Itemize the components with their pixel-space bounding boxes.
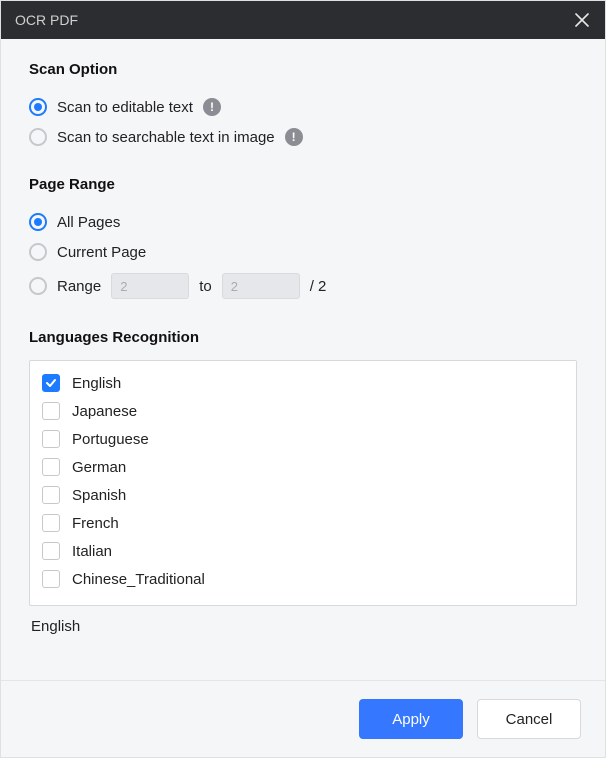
language-item[interactable]: German: [40, 453, 566, 481]
dialog-body: Scan Option Scan to editable text ! Scan…: [1, 39, 605, 680]
dialog-title: OCR PDF: [15, 12, 78, 28]
page-range-range[interactable]: Range to / 2: [29, 267, 577, 305]
checkbox-icon[interactable]: [42, 514, 60, 532]
scan-option-label: Scan to searchable text in image: [57, 129, 275, 146]
cancel-button[interactable]: Cancel: [477, 699, 581, 739]
checkbox-icon[interactable]: [42, 458, 60, 476]
language-label: Japanese: [72, 403, 137, 420]
close-icon[interactable]: [573, 11, 591, 29]
page-range-heading: Page Range: [29, 176, 577, 193]
page-range-all[interactable]: All Pages: [29, 207, 577, 237]
languages-selected-summary: English: [29, 606, 577, 637]
checkbox-icon[interactable]: [42, 542, 60, 560]
ocr-dialog: OCR PDF Scan Option Scan to editable tex…: [0, 0, 606, 758]
range-from-input[interactable]: [111, 273, 189, 299]
languages-heading: Languages Recognition: [29, 329, 577, 346]
scan-option-group: Scan Option Scan to editable text ! Scan…: [29, 61, 577, 152]
range-to-input[interactable]: [222, 273, 300, 299]
checkbox-icon[interactable]: [42, 402, 60, 420]
dialog-footer: Apply Cancel: [1, 680, 605, 757]
language-label: Chinese_Traditional: [72, 571, 205, 588]
range-to-label: to: [199, 278, 212, 295]
titlebar: OCR PDF: [1, 1, 605, 39]
language-label: Spanish: [72, 487, 126, 504]
languages-group: Languages Recognition English Japanese Por…: [29, 329, 577, 637]
checkbox-icon[interactable]: [42, 430, 60, 448]
page-range-label: Current Page: [57, 244, 146, 261]
checkbox-icon[interactable]: [42, 486, 60, 504]
apply-button[interactable]: Apply: [359, 699, 463, 739]
language-label: German: [72, 459, 126, 476]
language-item[interactable]: English: [40, 369, 566, 397]
language-item[interactable]: French: [40, 509, 566, 537]
scan-option-label: Scan to editable text: [57, 99, 193, 116]
checkbox-icon[interactable]: [42, 570, 60, 588]
radio-icon[interactable]: [29, 128, 47, 146]
language-item[interactable]: Japanese: [40, 397, 566, 425]
language-item[interactable]: Chinese_Traditional: [40, 565, 566, 593]
radio-icon[interactable]: [29, 277, 47, 295]
radio-icon[interactable]: [29, 213, 47, 231]
checkbox-icon[interactable]: [42, 374, 60, 392]
info-icon[interactable]: !: [203, 98, 221, 116]
range-total: / 2: [310, 278, 327, 295]
info-icon[interactable]: !: [285, 128, 303, 146]
page-range-current[interactable]: Current Page: [29, 237, 577, 267]
language-label: English: [72, 375, 121, 392]
language-item[interactable]: Italian: [40, 537, 566, 565]
scan-option-heading: Scan Option: [29, 61, 577, 78]
radio-icon[interactable]: [29, 98, 47, 116]
language-label: Portuguese: [72, 431, 149, 448]
language-label: Italian: [72, 543, 112, 560]
language-item[interactable]: Spanish: [40, 481, 566, 509]
language-item[interactable]: Portuguese: [40, 425, 566, 453]
page-range-label: All Pages: [57, 214, 120, 231]
scan-option-searchable[interactable]: Scan to searchable text in image !: [29, 122, 577, 152]
scan-option-editable[interactable]: Scan to editable text !: [29, 92, 577, 122]
languages-list[interactable]: English Japanese Portuguese German Spanish Fr…: [29, 360, 577, 606]
page-range-group: Page Range All Pages Current Page Range …: [29, 176, 577, 305]
radio-icon[interactable]: [29, 243, 47, 261]
page-range-label: Range: [57, 278, 101, 295]
language-label: French: [72, 515, 119, 532]
